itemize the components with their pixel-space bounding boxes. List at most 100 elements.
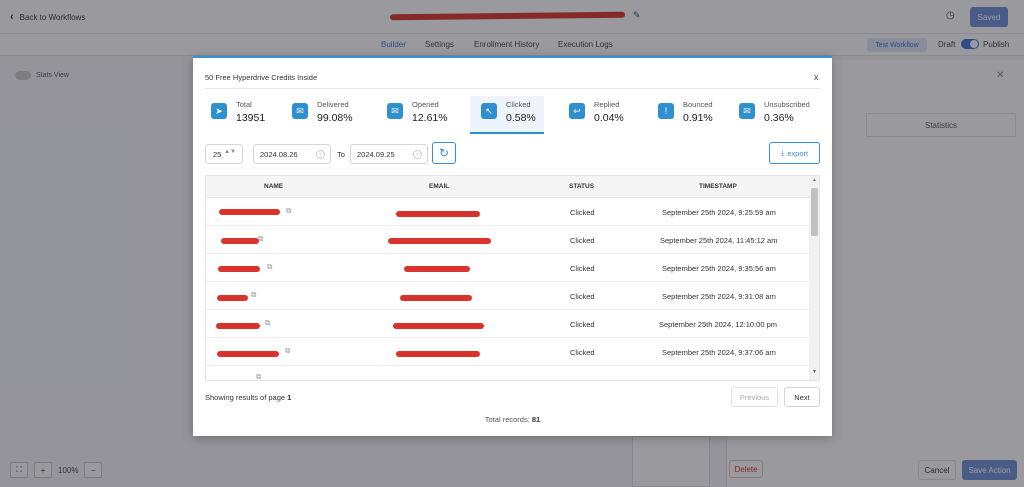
external-link-icon[interactable]: ⧉ xyxy=(258,234,263,244)
stat-label: Unsubscribed xyxy=(764,100,810,109)
table-scrollbar[interactable]: ▲ ▼ xyxy=(809,176,819,380)
status-cell: Clicked xyxy=(570,208,595,217)
redacted-name xyxy=(217,351,279,357)
stat-label: Opened xyxy=(412,100,439,109)
redacted-email xyxy=(388,238,491,244)
status-cell: Clicked xyxy=(570,236,595,245)
external-link-icon[interactable]: ⧉ xyxy=(285,346,290,356)
column-email: EMAIL xyxy=(429,183,450,190)
total-prefix: Total records: xyxy=(484,415,530,424)
timestamp-cell: September 25th 2024, 9:35:56 am xyxy=(662,264,776,273)
table-row[interactable]: ⧉ Clicked September 25th 2024, 9:25:59 a… xyxy=(206,198,809,226)
timestamp-cell: September 25th 2024, 9:31:08 am xyxy=(662,292,776,301)
redacted-name xyxy=(217,295,248,301)
stat-value: 0.58% xyxy=(506,112,536,124)
stat-value: 0.91% xyxy=(683,112,713,124)
table-header: NAME EMAIL STATUS TIMESTAMP xyxy=(206,176,809,198)
stat-value: 99.08% xyxy=(317,112,353,124)
status-cell: Clicked xyxy=(570,292,595,301)
spinner-icon: ▲▼ xyxy=(224,149,236,155)
column-name: NAME xyxy=(264,183,284,190)
recipients-table: NAME EMAIL STATUS TIMESTAMP ⧉ Clicked Se… xyxy=(205,175,820,381)
export-button[interactable]: ⤓ export xyxy=(769,142,820,164)
clear-date-icon[interactable]: × xyxy=(413,150,422,159)
divider xyxy=(205,88,820,89)
table-row[interactable]: ⧉ Clicked September 25th 2024, 9:37:06 a… xyxy=(206,338,809,366)
external-link-icon[interactable]: ⧉ xyxy=(251,290,256,300)
per-page-select[interactable]: 25 ▲▼ xyxy=(205,144,243,164)
refresh-button[interactable]: ↻ xyxy=(432,142,456,164)
stat-opened[interactable]: ✉ Opened 12.61% xyxy=(387,96,462,134)
redacted-name xyxy=(221,238,259,244)
opened-mail-icon: ✉ xyxy=(387,103,403,119)
stat-clicked[interactable]: ↖ Clicked 0.58% xyxy=(470,96,544,134)
download-icon: ⤓ xyxy=(780,148,785,157)
stat-replied[interactable]: ↩ Replied 0.04% xyxy=(569,96,644,134)
modal-title: 50 Free Hyperdrive Credits Inside xyxy=(205,73,318,82)
redacted-email xyxy=(400,295,472,301)
total-records: Total records: 81 xyxy=(193,415,832,424)
showing-prefix: Showing results of page xyxy=(205,393,286,402)
clear-date-icon[interactable]: × xyxy=(316,150,325,159)
stat-bounced[interactable]: ! Bounced 0.91% xyxy=(658,96,733,134)
status-cell: Clicked xyxy=(570,320,595,329)
redacted-email xyxy=(393,323,484,329)
table-row[interactable]: ⧉ Clicked September 25th 2024, 11:45:12 … xyxy=(206,226,809,254)
next-button[interactable]: Next xyxy=(784,387,820,407)
table-row-partial[interactable]: ⧉ xyxy=(206,366,809,380)
stat-total[interactable]: ➤ Total 13951 xyxy=(211,96,281,134)
stat-unsubscribed[interactable]: ✉ Unsubscribed 0.36% xyxy=(739,96,820,134)
stats-summary: ➤ Total 13951 ✉ Delivered 99.08% ✉ Opened 1… xyxy=(205,96,820,136)
timestamp-cell: September 25th 2024, 9:37:06 am xyxy=(662,348,776,357)
redacted-email xyxy=(396,211,480,217)
date-to-value: 2024.09.25 xyxy=(357,149,395,159)
timestamp-cell: September 25th 2024, 12:10:00 pm xyxy=(659,320,778,329)
email-stats-modal: 50 Free Hyperdrive Credits Inside x ➤ To… xyxy=(193,56,832,436)
stat-label: Total xyxy=(236,100,252,109)
table-row[interactable]: ⧉ Clicked September 25th 2024, 9:35:56 a… xyxy=(206,254,809,282)
stat-value: 12.61% xyxy=(412,112,448,124)
delivered-icon: ✉ xyxy=(292,103,308,119)
refresh-icon: ↻ xyxy=(438,146,450,160)
redacted-email xyxy=(404,266,470,272)
table-row[interactable]: ⧉ Clicked September 25th 2024, 12:10:00 … xyxy=(206,310,809,338)
cursor-click-icon: ↖ xyxy=(481,103,497,119)
stat-value: 13951 xyxy=(236,112,266,124)
stat-label: Clicked xyxy=(506,100,531,109)
date-from-input[interactable]: 2024.08.26 × xyxy=(253,144,331,164)
column-status: STATUS xyxy=(569,183,595,190)
table-row[interactable]: ⧉ Clicked September 25th 2024, 9:31:08 a… xyxy=(206,282,809,310)
total-records-value: 81 xyxy=(531,415,541,424)
previous-button[interactable]: Previous xyxy=(731,387,778,407)
external-link-icon[interactable]: ⧉ xyxy=(265,318,270,328)
pagination-summary: Showing results of page 1 xyxy=(205,393,291,402)
stat-value: 0.04% xyxy=(594,112,624,124)
scroll-up-icon[interactable]: ▲ xyxy=(812,177,817,183)
external-link-icon[interactable]: ⧉ xyxy=(286,206,291,216)
stat-label: Bounced xyxy=(683,100,713,109)
column-timestamp: TIMESTAMP xyxy=(699,183,737,190)
filter-controls: 25 ▲▼ 2024.08.26 × To 2024.09.25 × ↻ ⤓ e… xyxy=(205,142,820,164)
stat-label: Replied xyxy=(594,100,620,109)
scrollbar-thumb[interactable] xyxy=(811,188,818,236)
external-link-icon[interactable]: ⧉ xyxy=(256,372,261,380)
reply-icon: ↩ xyxy=(569,103,585,119)
redacted-name xyxy=(219,209,280,215)
timestamp-cell: September 25th 2024, 11:45:12 am xyxy=(660,236,778,245)
scroll-down-icon[interactable]: ▼ xyxy=(812,369,817,375)
external-link-icon[interactable]: ⧉ xyxy=(267,262,272,272)
unsubscribe-icon: ✉ xyxy=(739,103,755,119)
redacted-email xyxy=(396,351,480,357)
stat-label: Delivered xyxy=(317,100,349,109)
stat-delivered[interactable]: ✉ Delivered 99.08% xyxy=(292,96,372,134)
send-icon: ➤ xyxy=(211,103,227,119)
redacted-name xyxy=(216,323,260,329)
modal-close-button[interactable]: x xyxy=(814,72,819,82)
timestamp-cell: September 25th 2024, 9:25:59 am xyxy=(662,208,776,217)
per-page-value: 25 xyxy=(213,149,222,159)
status-cell: Clicked xyxy=(570,264,595,273)
to-label: To xyxy=(337,150,345,159)
date-from-value: 2024.08.26 xyxy=(260,149,298,159)
current-page: 1 xyxy=(287,393,292,402)
date-to-input[interactable]: 2024.09.25 × xyxy=(350,144,428,164)
